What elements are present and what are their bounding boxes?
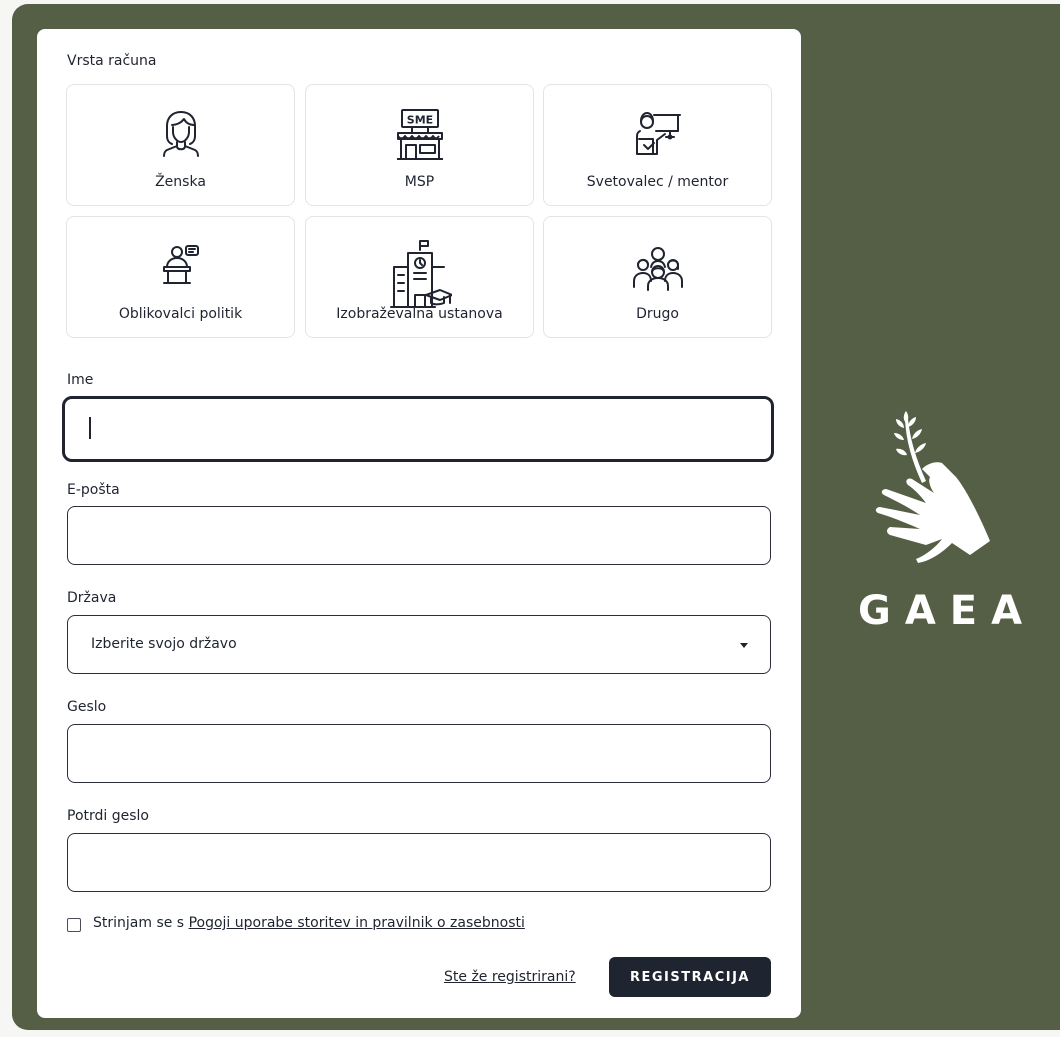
terms-prefix: Strinjam se s xyxy=(93,915,189,931)
account-type-label-woman: Ženska xyxy=(155,174,206,190)
account-type-other[interactable]: Drugo xyxy=(543,216,772,338)
woman-icon xyxy=(67,107,294,159)
group-people-icon xyxy=(544,245,771,297)
svg-text:SME: SME xyxy=(406,114,432,127)
name-label: Ime xyxy=(67,372,94,388)
country-select-value: Izberite svojo državo xyxy=(91,636,237,652)
name-input[interactable] xyxy=(62,396,774,462)
register-button[interactable]: REGISTRACIJA xyxy=(609,957,771,997)
sme-shop-icon: SME xyxy=(306,107,533,160)
country-label: Država xyxy=(67,590,117,606)
brand-name: GAEA xyxy=(858,588,1037,634)
dropdown-arrow-icon xyxy=(740,643,748,648)
country-select[interactable]: Izberite svojo državo xyxy=(67,615,771,674)
policy-maker-podium-icon xyxy=(67,243,294,295)
account-type-label-other: Drugo xyxy=(636,306,679,322)
terms-checkbox[interactable] xyxy=(67,918,81,932)
school-building-icon xyxy=(306,239,533,308)
account-type-mentor[interactable]: Svetovalec / mentor xyxy=(543,84,772,206)
confirm-password-input[interactable] xyxy=(67,833,771,892)
text-caret xyxy=(89,417,91,439)
account-type-label: Vrsta računa xyxy=(67,53,157,69)
account-type-label-mentor: Svetovalec / mentor xyxy=(586,174,729,190)
already-registered-link[interactable]: Ste že registrirani? xyxy=(444,969,576,985)
account-type-label-sme: MSP xyxy=(404,174,435,190)
account-type-label-education: Izobraževalna ustanova xyxy=(336,306,503,322)
account-type-woman[interactable]: Ženska xyxy=(66,84,295,206)
password-input[interactable] xyxy=(67,724,771,783)
confirm-password-label: Potrdi geslo xyxy=(67,808,149,824)
account-type-sme[interactable]: SME MSP xyxy=(305,84,534,206)
account-type-policy-maker[interactable]: Oblikovalci politik xyxy=(66,216,295,338)
terms-link[interactable]: Pogoji uporabe storitev in pravilnik o z… xyxy=(189,915,525,931)
terms-text: Strinjam se s Pogoji uporabe storitev in… xyxy=(93,915,525,931)
email-input[interactable] xyxy=(67,506,771,565)
password-label: Geslo xyxy=(67,699,107,715)
account-type-education[interactable]: Izobraževalna ustanova xyxy=(305,216,534,338)
email-label: E-pošta xyxy=(67,482,120,498)
account-type-label-policy-maker: Oblikovalci politik xyxy=(118,306,243,322)
mentor-presentation-icon xyxy=(544,107,771,159)
